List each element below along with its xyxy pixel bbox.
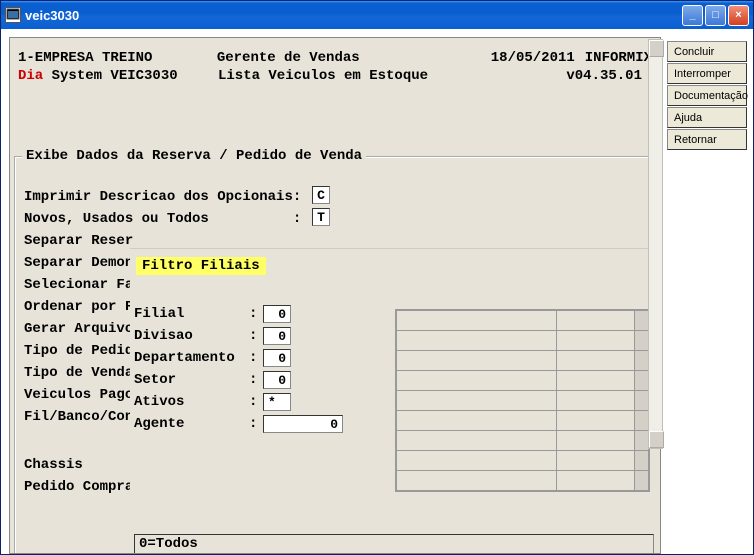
company-label: 1-EMPRESA TREINO bbox=[18, 50, 217, 66]
role-label: Gerente de Vendas bbox=[217, 50, 456, 66]
input-setor[interactable] bbox=[263, 371, 291, 389]
retornar-button[interactable]: Retornar bbox=[667, 129, 747, 150]
label-agente: Agente bbox=[134, 416, 249, 432]
header-section: 1-EMPRESA TREINO Gerente de Vendas 18/05… bbox=[10, 38, 660, 92]
grid-cell[interactable] bbox=[397, 311, 557, 331]
sidebar: Concluir Interromper Documentação Ajuda … bbox=[667, 37, 747, 554]
filtro-filiais-title: Filtro Filiais bbox=[136, 257, 266, 275]
label-imprimir-desc: Imprimir Descricao dos Opcionais: bbox=[24, 186, 312, 208]
label-ativos: Ativos bbox=[134, 394, 249, 410]
label-departamento: Departamento bbox=[134, 350, 249, 366]
documentacao-button[interactable]: Documentação bbox=[667, 85, 747, 106]
label-filial: Filial bbox=[134, 306, 249, 322]
close-button[interactable]: × bbox=[728, 5, 749, 26]
titlebar: veic3030 _ □ × bbox=[1, 1, 753, 29]
date-label: 18/05/2011 bbox=[455, 50, 574, 66]
label-novos-usados: Novos, Usados ou Todos : bbox=[24, 208, 312, 230]
input-ativos[interactable] bbox=[263, 393, 291, 411]
input-agente[interactable] bbox=[263, 415, 343, 433]
interromper-button[interactable]: Interromper bbox=[667, 63, 747, 84]
filtro-filiais-dialog: Filtro Filiais bbox=[130, 248, 660, 554]
result-grid bbox=[395, 309, 650, 492]
grid-cell[interactable] bbox=[557, 311, 635, 331]
main-panel: 1-EMPRESA TREINO Gerente de Vendas 18/05… bbox=[9, 37, 661, 554]
version-label: v04.35.01 bbox=[566, 68, 652, 84]
app-icon bbox=[5, 7, 21, 23]
input-filial[interactable] bbox=[263, 305, 291, 323]
system-label: Dia System VEIC3030 bbox=[18, 68, 218, 84]
window-title: veic3030 bbox=[25, 8, 682, 23]
input-departamento[interactable] bbox=[263, 349, 291, 367]
maximize-button[interactable]: □ bbox=[705, 5, 726, 26]
list-title: Lista Veiculos em Estoque bbox=[218, 68, 518, 84]
concluir-button[interactable]: Concluir bbox=[667, 41, 747, 62]
grid-scrollbar[interactable] bbox=[635, 311, 649, 331]
minimize-button[interactable]: _ bbox=[682, 5, 703, 26]
input-imprimir-desc[interactable] bbox=[312, 186, 330, 204]
input-divisao[interactable] bbox=[263, 327, 291, 345]
ajuda-button[interactable]: Ajuda bbox=[667, 107, 747, 128]
window-controls: _ □ × bbox=[682, 5, 749, 26]
input-novos-usados[interactable] bbox=[312, 208, 330, 226]
status-bar: 0=Todos bbox=[134, 534, 654, 554]
label-divisao: Divisao bbox=[134, 328, 249, 344]
db-label: INFORMIX bbox=[585, 50, 652, 66]
panel-title: Exibe Dados da Reserva / Pedido de Venda bbox=[22, 148, 366, 164]
vertical-scrollbar[interactable] bbox=[648, 39, 663, 449]
label-setor: Setor bbox=[134, 372, 249, 388]
client-area: 1-EMPRESA TREINO Gerente de Vendas 18/05… bbox=[1, 29, 753, 554]
app-window: veic3030 _ □ × 1-EMPRESA TREINO Gerente … bbox=[0, 0, 754, 555]
